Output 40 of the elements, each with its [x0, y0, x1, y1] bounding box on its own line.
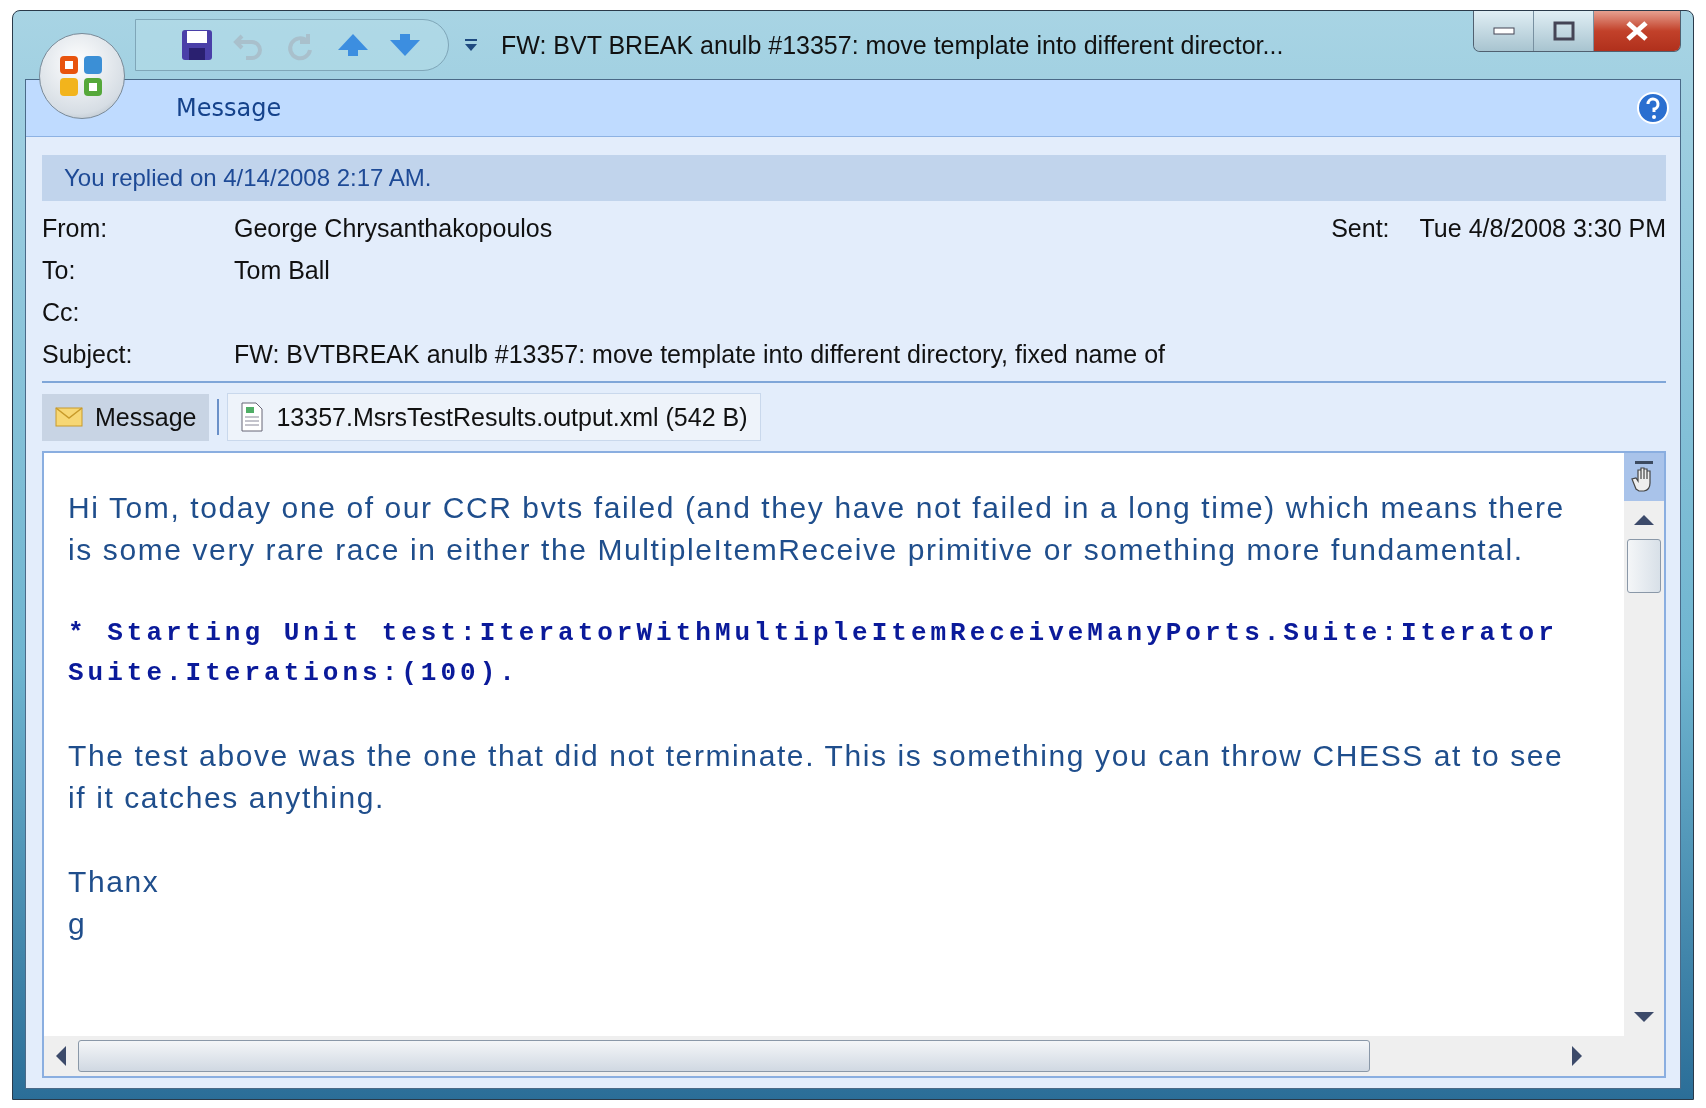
- field-label: Subject:: [42, 339, 134, 369]
- ribbon-tab[interactable]: Message: [176, 90, 282, 126]
- text-line: if it catches anything.: [68, 780, 386, 816]
- reply-info-bar: You replied on 4/14/2008 2:17 AM.: [42, 155, 1666, 201]
- close-icon: [1625, 20, 1649, 42]
- field-value: FW: BVTBREAK anulb #13357: move template into different directory, fixed name of: [234, 339, 1166, 369]
- attachment-item[interactable]: 13357.MsrsTestResults.output.xml (542 B): [227, 393, 761, 441]
- attachment-item[interactable]: Message: [42, 393, 210, 441]
- minimize-icon: [1492, 26, 1515, 36]
- scroll-thumb[interactable]: [1627, 539, 1661, 593]
- field-value: George Chrysanthakopoulos: [234, 213, 553, 243]
- text-line: Hi Tom, today one of our CCR bvts failed (and they have not failed in a long time) which means there: [68, 490, 1566, 526]
- field-label: Cc:: [42, 297, 81, 327]
- scroll-right-icon[interactable]: [1570, 1045, 1584, 1067]
- field-label: To:: [42, 255, 77, 285]
- code-line: * Starting Unit test:IteratorWithMultipleItemReceiveManyPorts.Suite:Iterator: [68, 617, 1559, 650]
- scroll-left-icon[interactable]: [54, 1045, 68, 1067]
- maximize-button[interactable]: [1534, 11, 1594, 51]
- close-button[interactable]: [1594, 11, 1680, 51]
- horizontal-scrollbar[interactable]: [44, 1036, 1664, 1076]
- split-handle[interactable]: [1624, 453, 1664, 501]
- text-line: is some very rare race in either the MultipleItemReceive primitive or something more fundamental.: [68, 532, 1525, 568]
- window-title: FW: BVT BREAK anulb #13357: move template into different director...: [501, 30, 1285, 60]
- field-label: Sent:: [1331, 213, 1390, 243]
- scroll-thumb[interactable]: [78, 1040, 1370, 1072]
- text-line: g: [68, 906, 88, 942]
- maximize-icon: [1552, 21, 1575, 41]
- envelope-icon: [55, 407, 83, 427]
- code-line: Suite.Iterations:(100).: [68, 657, 520, 690]
- text-line: The test above was the one that did not terminate. This is something you can throw CHESS at to see: [68, 738, 1565, 774]
- scroll-down-icon[interactable]: [1633, 1010, 1655, 1024]
- save-icon[interactable]: [180, 28, 214, 62]
- scroll-up-icon[interactable]: [1633, 513, 1655, 527]
- vertical-scrollbar[interactable]: [1624, 453, 1664, 1036]
- help-icon[interactable]: [1636, 91, 1670, 125]
- field-label: From:: [42, 213, 109, 243]
- field-value: Tue 4/8/2008 3:30 PM: [1419, 213, 1666, 243]
- document-icon: [240, 402, 265, 432]
- text-line: Thanx: [68, 864, 161, 900]
- field-value: Tom Ball: [234, 255, 330, 285]
